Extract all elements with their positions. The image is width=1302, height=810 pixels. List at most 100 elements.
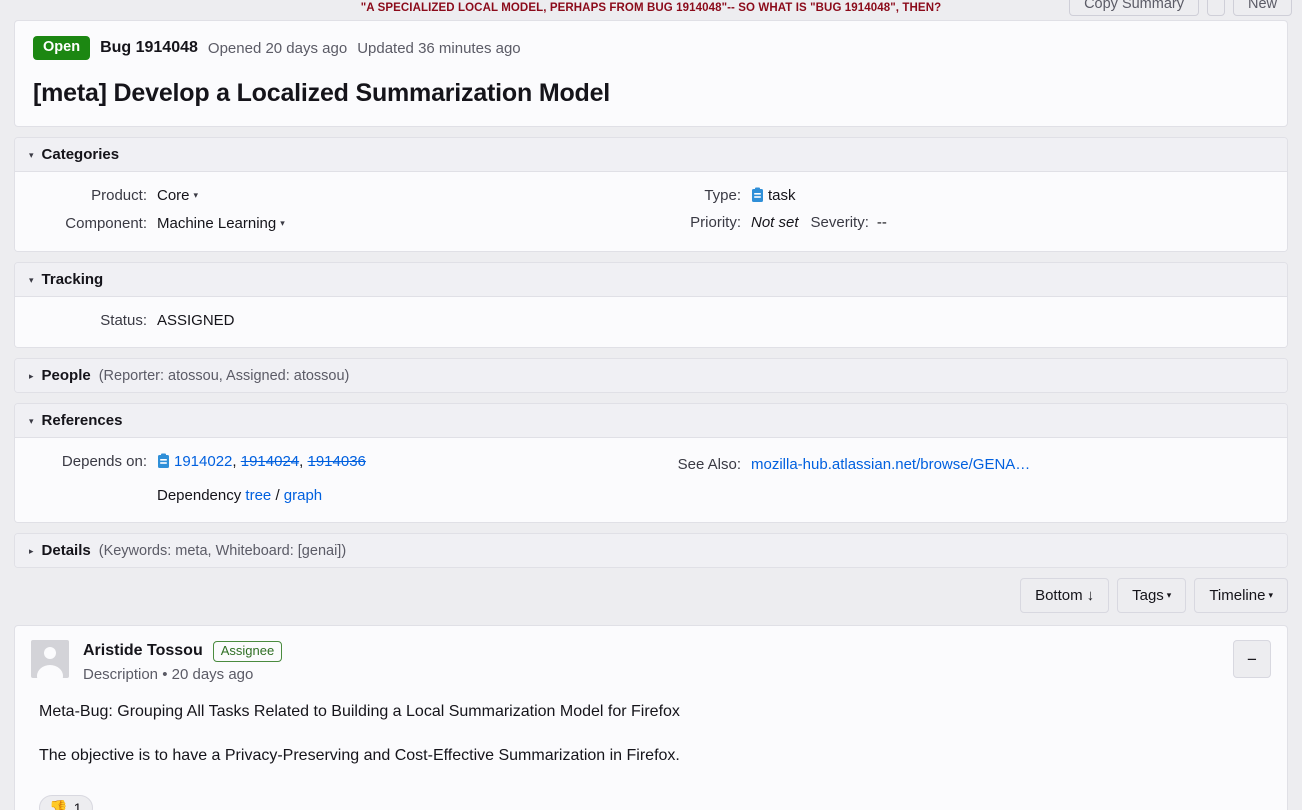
arrow-down-icon: ↓ xyxy=(1086,587,1095,604)
field-priority-severity: Priority: Not set Severity: -- xyxy=(651,213,1287,233)
chevron-down-icon: ▾ xyxy=(280,218,285,228)
thumbs-down-icon: 👎 xyxy=(49,799,68,810)
section-categories-body: Product: Core ▾ Component: Machine Learni… xyxy=(15,172,1287,251)
chevron-down-icon: ▾ xyxy=(29,150,34,160)
task-clipboard-icon xyxy=(751,187,764,203)
chevron-down-icon: ▾ xyxy=(1268,590,1273,600)
comment-subline: Description • 20 days ago xyxy=(83,666,282,683)
top-button-group: Copy Summary New xyxy=(1069,0,1292,16)
section-references-title: References xyxy=(41,412,123,429)
field-status-value[interactable]: ASSIGNED xyxy=(157,311,235,331)
field-product: Product: Core ▾ xyxy=(15,186,651,207)
references-left-column: Depends on: 1914022, 1914024, 1914036 De… xyxy=(15,452,651,506)
timeline-button[interactable]: Timeline ▾ xyxy=(1194,578,1288,613)
section-tracking-body: Status: ASSIGNED xyxy=(15,297,1287,347)
jump-to-bottom-label: Bottom xyxy=(1035,587,1083,604)
field-severity-value[interactable]: -- xyxy=(877,213,887,233)
comment-reactions: 👎 1 xyxy=(15,795,1287,810)
depends-bug-link[interactable]: 1914022 xyxy=(174,453,232,470)
field-severity-label: Severity: xyxy=(810,214,869,231)
field-depends-on: Depends on: 1914022, 1914024, 1914036 xyxy=(15,452,651,472)
section-categories: ▾ Categories Product: Core ▾ Component: M… xyxy=(14,137,1288,252)
field-depends-on-label: Depends on: xyxy=(61,453,147,470)
field-type: Type: task xyxy=(651,186,1287,206)
field-product-value[interactable]: Core ▾ xyxy=(157,186,198,207)
chevron-down-icon: ▾ xyxy=(29,416,34,426)
field-component-value[interactable]: Machine Learning ▾ xyxy=(157,214,285,235)
see-also-link[interactable]: mozilla-hub.atlassian.net/browse/GENA… xyxy=(751,455,1030,475)
status-badge: Open xyxy=(33,36,91,60)
task-clipboard-icon xyxy=(157,453,170,469)
tags-label: Tags xyxy=(1132,587,1164,604)
section-references: ▾ References Depends on: 1914022, 191402… xyxy=(14,403,1288,523)
list-separator: , xyxy=(232,453,241,470)
comment-body: Meta-Bug: Grouping All Tasks Related to … xyxy=(15,693,1287,795)
comment-kind: Description xyxy=(83,666,159,683)
section-references-header[interactable]: ▾ References xyxy=(15,404,1287,438)
page-title: [meta] Develop a Localized Summarization… xyxy=(33,79,611,107)
assignee-badge: Assignee xyxy=(212,640,283,662)
tracking-right-column xyxy=(651,311,1287,331)
depends-bug-link[interactable]: 1914024 xyxy=(241,453,299,470)
comment-header: Aristide Tossou Assignee Description • 2… xyxy=(15,626,1287,693)
section-details: ▸ Details (Keywords: meta, Whiteboard: [… xyxy=(14,533,1288,568)
copy-summary-button[interactable]: Copy Summary xyxy=(1069,0,1199,16)
comment-author-line: Aristide Tossou Assignee xyxy=(83,640,283,662)
collapse-comment-button[interactable]: − xyxy=(1233,640,1271,678)
timeline-label: Timeline xyxy=(1209,587,1266,604)
dependency-links-value: Dependency tree / graph xyxy=(157,486,322,506)
categories-left-column: Product: Core ▾ Component: Machine Learni… xyxy=(15,186,651,235)
field-type-value: task xyxy=(751,186,796,206)
field-component: Component: Machine Learning ▾ xyxy=(15,214,651,235)
comment-paragraph: Meta-Bug: Grouping All Tasks Related to … xyxy=(39,703,680,720)
chevron-right-icon: ▸ xyxy=(29,371,34,381)
field-product-label: Product: xyxy=(91,187,147,204)
list-separator: , xyxy=(299,453,308,470)
section-details-summary: (Keywords: meta, Whiteboard: [genai]) xyxy=(98,543,347,559)
jump-to-bottom-button[interactable]: Bottom ↓ xyxy=(1020,578,1110,613)
section-people-header[interactable]: ▸ People (Reporter: atossou, Assigned: a… xyxy=(15,359,1287,392)
section-details-header[interactable]: ▸ Details (Keywords: meta, Whiteboard: [… xyxy=(15,534,1287,567)
field-type-label: Type: xyxy=(704,187,741,204)
field-priority-value[interactable]: Not set xyxy=(751,213,799,233)
bug-id: Bug 1914048 xyxy=(100,39,198,56)
field-component-label: Component: xyxy=(65,215,147,232)
comment-toolbar: Bottom ↓ Tags ▾ Timeline ▾ xyxy=(14,578,1288,613)
new-bug-button[interactable]: New xyxy=(1232,0,1292,16)
copy-summary-split-button[interactable] xyxy=(1206,0,1225,16)
field-depends-on-value: 1914022, 1914024, 1914036 xyxy=(157,452,366,472)
comment-author-block: Aristide Tossou Assignee Description • 2… xyxy=(83,640,283,683)
avatar xyxy=(31,640,69,678)
chevron-right-icon: ▸ xyxy=(29,546,34,556)
categories-right-column: Type: task Priority: Not set Severity: -… xyxy=(651,186,1287,235)
section-tracking-title: Tracking xyxy=(41,271,104,288)
comment-author-name[interactable]: Aristide Tossou xyxy=(83,642,203,660)
section-tracking: ▾ Tracking Status: ASSIGNED xyxy=(14,262,1288,348)
chevron-down-icon: ▾ xyxy=(193,190,199,200)
bug-meta-line: Open Bug 1914048 Opened 20 days ago Upda… xyxy=(33,35,1269,61)
section-categories-header[interactable]: ▾ Categories xyxy=(15,138,1287,172)
dependency-graph-link[interactable]: graph xyxy=(284,487,322,504)
reaction-count: 1 xyxy=(73,800,82,810)
field-component-value-text: Machine Learning xyxy=(157,215,277,232)
section-references-body: Depends on: 1914022, 1914024, 1914036 De… xyxy=(15,438,1287,522)
depends-bug-link[interactable]: 1914036 xyxy=(308,453,366,470)
chevron-down-icon: ▾ xyxy=(1166,590,1172,600)
field-see-also: See Also: mozilla-hub.atlassian.net/brow… xyxy=(651,455,1287,475)
comment-time[interactable]: 20 days ago xyxy=(172,666,254,683)
reaction-thumbsdown-button[interactable]: 👎 1 xyxy=(39,795,94,810)
section-people: ▸ People (Reporter: atossou, Assigned: a… xyxy=(14,358,1288,393)
dependency-tree-link[interactable]: tree xyxy=(245,487,271,504)
tracking-left-column: Status: ASSIGNED xyxy=(15,311,651,331)
dependency-links: Dependency tree / graph xyxy=(15,486,651,506)
tags-button[interactable]: Tags ▾ xyxy=(1117,578,1187,613)
section-details-title: Details xyxy=(41,542,91,559)
field-type-value-text: task xyxy=(768,187,796,204)
field-priority-label: Priority: xyxy=(690,214,741,231)
comment-card: Aristide Tossou Assignee Description • 2… xyxy=(14,625,1288,810)
bug-updated-time: Updated 36 minutes ago xyxy=(357,39,521,57)
field-status-label: Status: xyxy=(100,312,147,329)
comment-paragraph: The objective is to have a Privacy-Prese… xyxy=(39,747,680,764)
section-tracking-header[interactable]: ▾ Tracking xyxy=(15,263,1287,297)
field-product-value-text: Core xyxy=(157,187,190,204)
